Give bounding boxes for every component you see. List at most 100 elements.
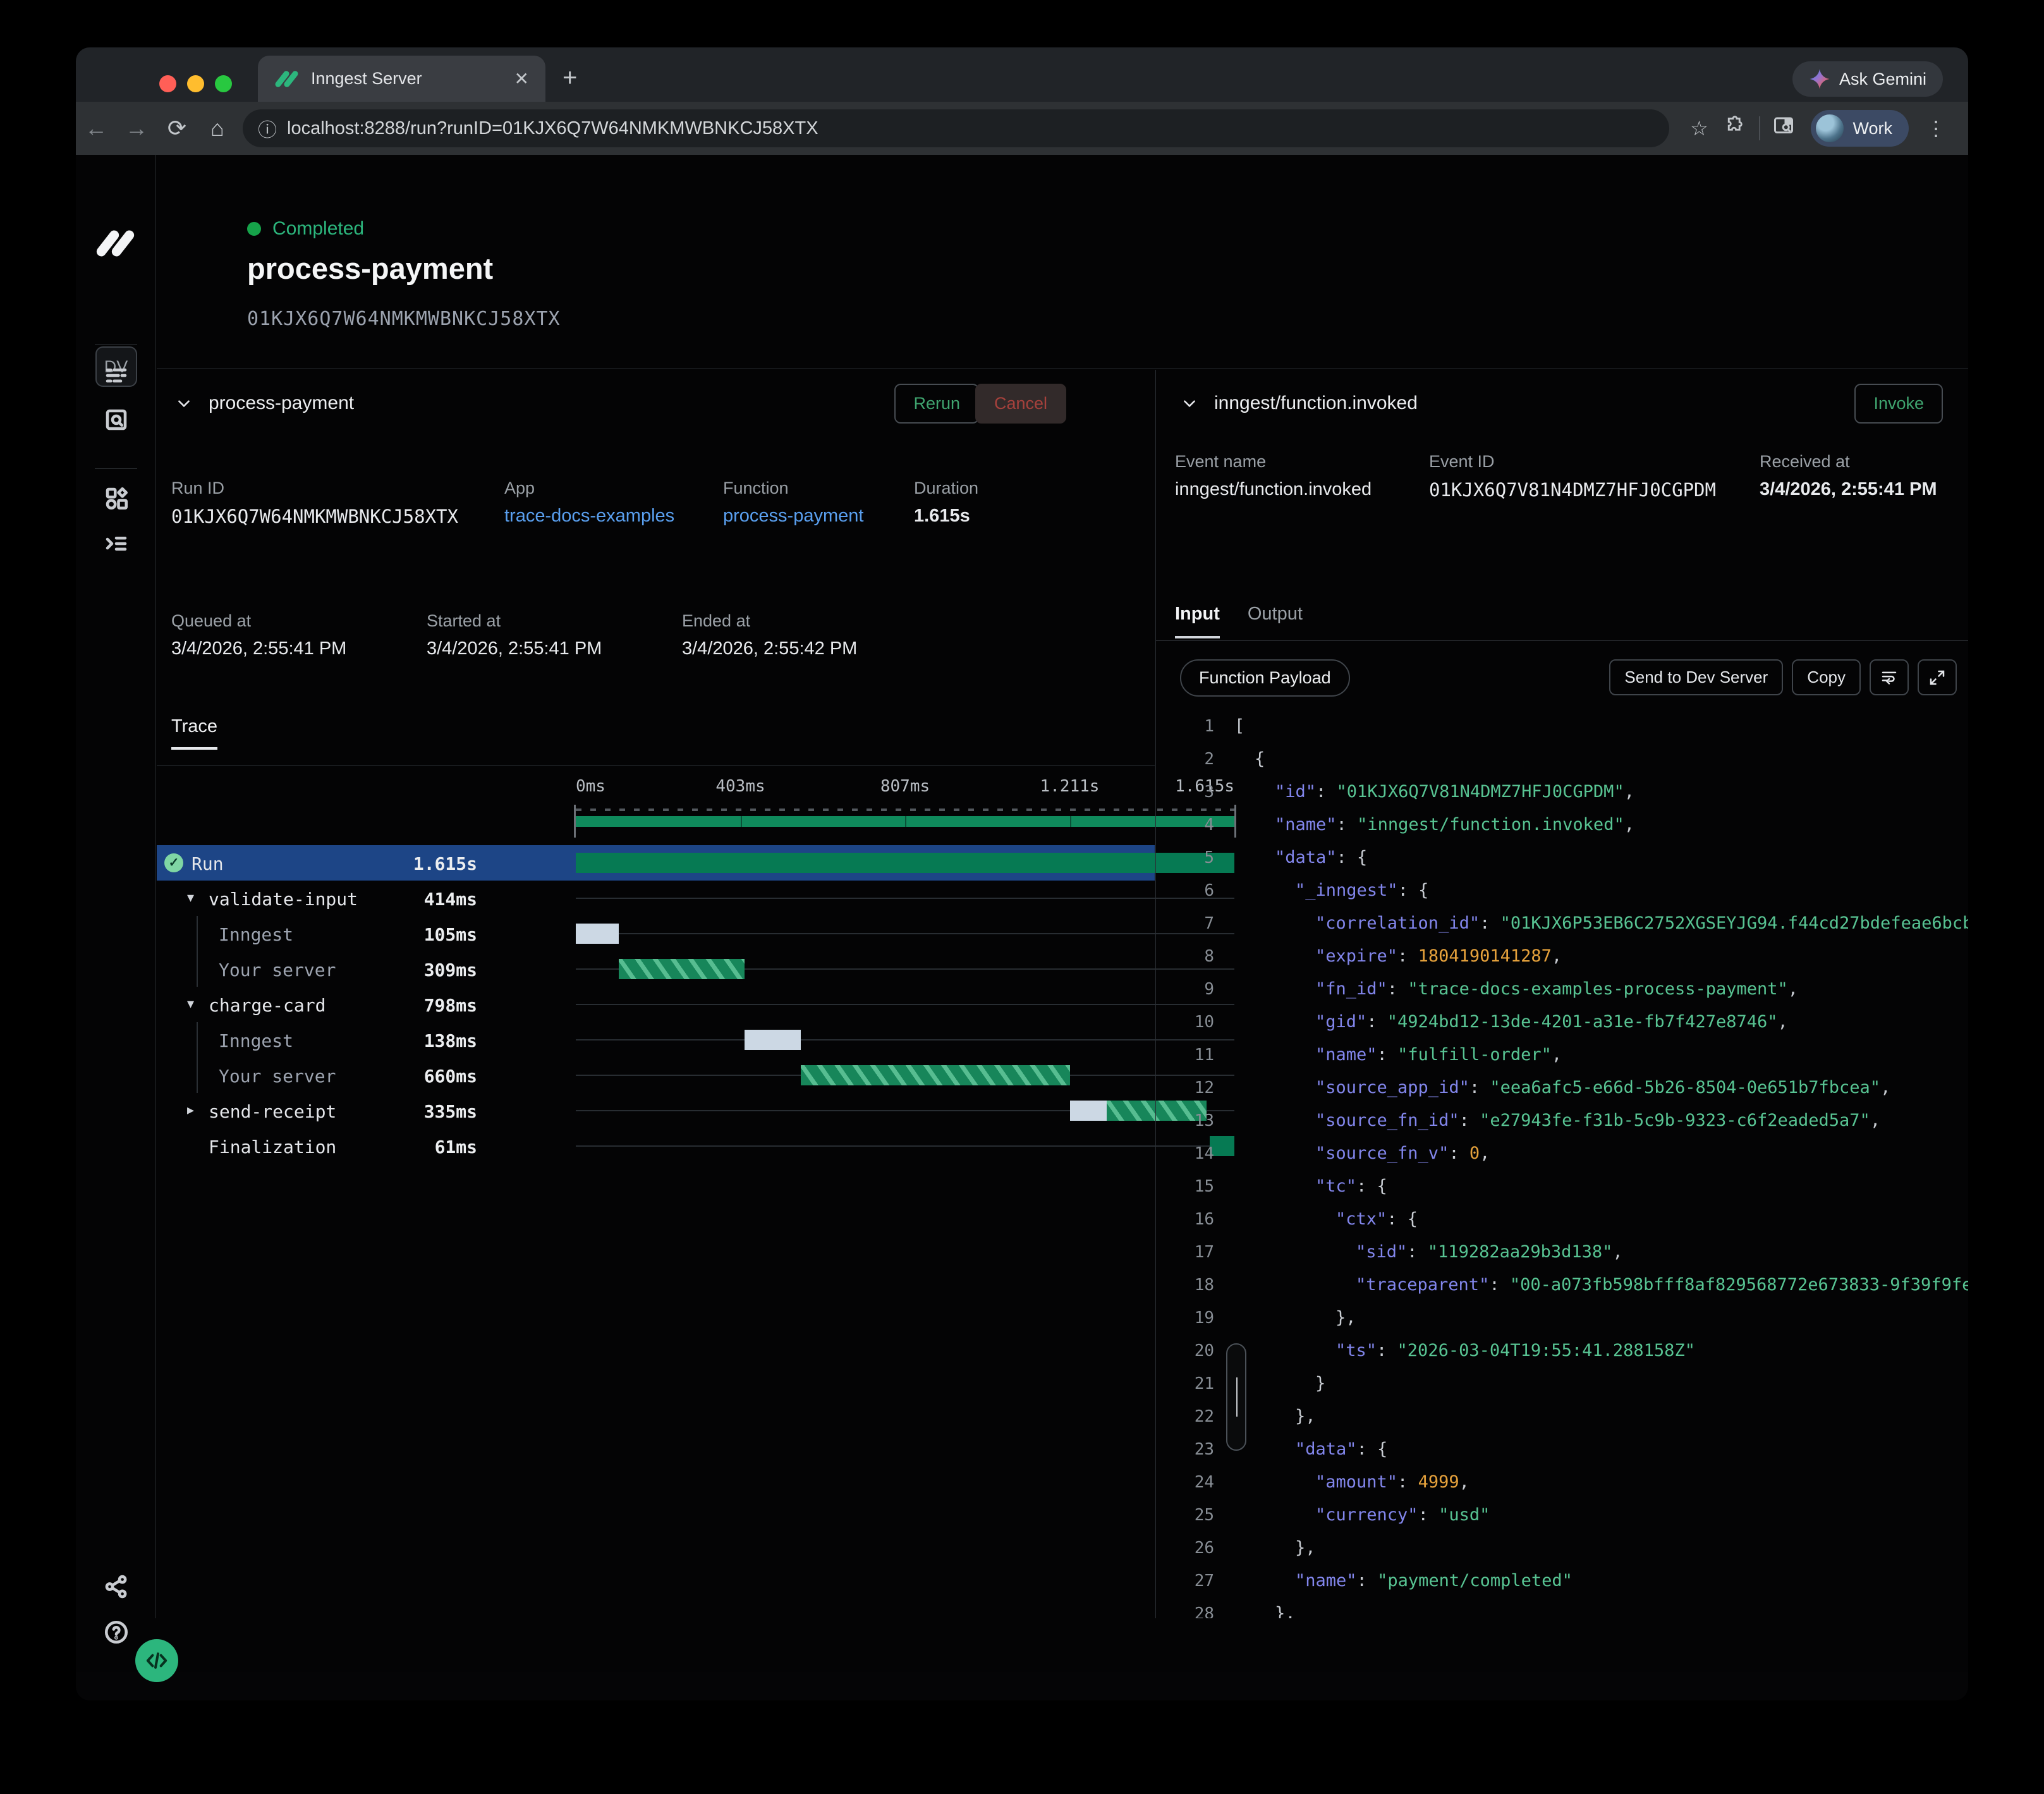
copy-button[interactable]: Copy xyxy=(1792,659,1861,695)
send-to-dev-server-button[interactable]: Send to Dev Server xyxy=(1609,659,1783,695)
side-panel-search-icon[interactable] xyxy=(1765,114,1802,142)
word-wrap-button[interactable] xyxy=(1870,659,1909,695)
event-meta-name: Event name inngest/function.invoked xyxy=(1175,452,1372,500)
expand-button[interactable] xyxy=(1918,659,1957,695)
browser-tab[interactable]: Inngest Server ✕ xyxy=(258,56,545,102)
trace-row-your-server[interactable]: Your server660ms xyxy=(157,1058,1155,1093)
line-number: 17 xyxy=(1156,1243,1214,1262)
meta-started-at: Started at 3/4/2026, 2:55:41 PM xyxy=(427,611,602,659)
site-info-icon[interactable]: ⓘ xyxy=(258,114,277,142)
code-line: 4"name": "inngest/function.invoked", xyxy=(1156,815,1968,848)
window-close-button[interactable] xyxy=(159,75,176,92)
collapse-event-chevron-icon[interactable] xyxy=(1181,395,1198,412)
address-bar[interactable]: ⓘ localhost:8288/run?runID=01KJX6Q7W64NM… xyxy=(243,109,1669,147)
code-line: 10"gid": "4924bd12-13de-4201-a31e-fb7f42… xyxy=(1156,1012,1968,1045)
line-number: 1 xyxy=(1156,717,1214,736)
span-name: Inngest xyxy=(219,1030,293,1051)
extensions-icon[interactable] xyxy=(1717,115,1754,142)
span-duration: 138ms xyxy=(424,1030,477,1051)
trace-row-charge-card[interactable]: ▾charge-card798ms xyxy=(157,987,1155,1022)
axis-tick: 403ms xyxy=(715,777,765,796)
window-zoom-button[interactable] xyxy=(215,75,232,92)
line-number: 15 xyxy=(1156,1177,1214,1196)
span-lane xyxy=(576,881,1234,916)
help-button[interactable] xyxy=(76,1619,156,1645)
code-line: 18"traceparent": "00-a073fb598bfff8af829… xyxy=(1156,1275,1968,1308)
trace-row-run[interactable]: ✓Run1.615s xyxy=(157,845,1155,881)
timeline-minimap[interactable] xyxy=(576,805,1234,840)
collapse-step-icon[interactable]: ▾ xyxy=(187,996,202,1012)
code-line: 23"data": { xyxy=(1156,1439,1968,1472)
rerun-button[interactable]: Rerun xyxy=(894,384,979,424)
trace-row-inngest[interactable]: Inngest 138ms xyxy=(157,1022,1155,1058)
inngest-favicon xyxy=(274,68,300,90)
ask-gemini-button[interactable]: Ask Gemini xyxy=(1792,61,1943,97)
payload-code-viewer[interactable]: 1[2{3"id": "01KJX6Q7V81N4DMZ7HFJ0CGPDM",… xyxy=(1156,716,1968,1618)
code-line: 9"fn_id": "trace-docs-examples-process-p… xyxy=(1156,979,1968,1012)
inngest-logo[interactable] xyxy=(76,226,156,261)
expand-step-icon[interactable]: ▸ xyxy=(187,1102,202,1118)
back-button[interactable]: ← xyxy=(76,115,116,142)
sidebar-item-events[interactable] xyxy=(76,406,156,433)
payload-toolbar: Function Payload Send to Dev Server Copy xyxy=(1156,654,1968,702)
tab-output[interactable]: Output xyxy=(1248,604,1303,638)
meta-queued-at: Queued at 3/4/2026, 2:55:41 PM xyxy=(171,611,346,659)
forward-button[interactable]: → xyxy=(116,115,157,142)
profile-chip[interactable]: Work xyxy=(1811,110,1909,147)
code-line: 28}, xyxy=(1156,1604,1968,1618)
dev-mode-button[interactable] xyxy=(135,1639,178,1682)
span-lane xyxy=(576,951,1234,987)
share-button[interactable] xyxy=(76,1573,156,1600)
trace-panel: process-payment Rerun Cancel Run ID 01KJ… xyxy=(157,370,1155,1618)
inngest-app: DV xyxy=(76,155,1968,1672)
collapse-step-icon[interactable]: ▾ xyxy=(187,889,202,906)
trace-row-send-receipt[interactable]: ▸ send-receipt 335ms xyxy=(157,1093,1155,1128)
function-link[interactable]: process-payment xyxy=(723,506,863,527)
line-number: 6 xyxy=(1156,881,1214,900)
trace-row-your-server[interactable]: Your server309ms xyxy=(157,951,1155,987)
trace-row-validate-input[interactable]: ▾validate-input414ms xyxy=(157,881,1155,916)
collapse-run-chevron-icon[interactable] xyxy=(176,395,192,412)
url-text: localhost:8288/run?runID=01KJX6Q7W64NMKM… xyxy=(287,118,818,139)
sidebar-item-dev-tools[interactable] xyxy=(76,530,156,557)
span-name: validate-input xyxy=(209,889,358,910)
span-lane xyxy=(576,845,1234,881)
code-line: 19}, xyxy=(1156,1308,1968,1341)
code-line: 24"amount": 4999, xyxy=(1156,1472,1968,1505)
span-bar-queue xyxy=(745,1030,801,1050)
line-number: 12 xyxy=(1156,1078,1214,1097)
span-name: Finalization xyxy=(209,1137,336,1157)
meta-function: Function process-payment xyxy=(723,479,863,527)
invoke-button[interactable]: Invoke xyxy=(1854,384,1943,424)
span-duration: 660ms xyxy=(424,1066,477,1087)
meta-run-id: Run ID 01KJX6Q7W64NMKMWBNKCJ58XTX xyxy=(171,479,458,527)
span-duration: 335ms xyxy=(424,1101,477,1122)
cancel-button[interactable]: Cancel xyxy=(975,384,1066,424)
toolbar-divider xyxy=(1759,116,1760,140)
line-number: 21 xyxy=(1156,1374,1214,1393)
trace-row-finalization[interactable]: Finalization61ms xyxy=(157,1128,1155,1164)
tab-trace[interactable]: Trace xyxy=(171,716,217,750)
span-name: send-receipt xyxy=(209,1101,336,1122)
browser-menu-icon[interactable]: ⋮ xyxy=(1918,116,1954,140)
tab-input[interactable]: Input xyxy=(1175,604,1220,638)
span-bar-exec xyxy=(619,959,745,979)
home-button[interactable]: ⌂ xyxy=(197,115,238,142)
gemini-star-icon xyxy=(1809,68,1830,90)
payload-type-badge: Function Payload xyxy=(1180,659,1350,697)
sidebar-item-runs[interactable] xyxy=(76,362,156,389)
sidebar-item-apps[interactable] xyxy=(76,485,156,511)
reload-button[interactable]: ⟳ xyxy=(157,115,197,142)
window-minimize-button[interactable] xyxy=(187,75,204,92)
trace-row-inngest[interactable]: Inngest105ms xyxy=(157,916,1155,951)
panel-resize-handle[interactable] xyxy=(1226,1343,1246,1451)
new-tab-button[interactable]: + xyxy=(563,65,577,90)
meta-duration: Duration 1.615s xyxy=(914,479,978,527)
span-duration: 309ms xyxy=(424,960,477,980)
app-link[interactable]: trace-docs-examples xyxy=(504,506,674,527)
code-line: 1[ xyxy=(1156,716,1968,749)
bookmark-icon[interactable]: ☆ xyxy=(1681,116,1717,140)
completed-check-icon: ✓ xyxy=(164,853,183,872)
tab-close-icon[interactable]: ✕ xyxy=(514,68,529,89)
trace-section-title: process-payment xyxy=(209,393,354,414)
